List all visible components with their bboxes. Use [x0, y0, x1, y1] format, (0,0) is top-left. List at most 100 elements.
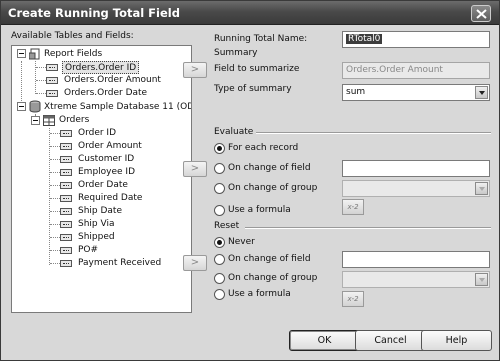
close-icon	[476, 9, 487, 19]
field-icon	[60, 260, 72, 267]
tree-line	[36, 93, 46, 94]
field-icon	[60, 156, 72, 163]
tree-item-field[interactable]: Order Date	[78, 179, 128, 192]
fields-tree[interactable]: Report Fields Orders.Order ID Orders.Ord…	[11, 45, 192, 313]
tree-line	[50, 263, 60, 264]
evaluate-change-of-field-radio[interactable]	[214, 163, 225, 174]
field-icon	[60, 130, 72, 137]
tree-line	[50, 133, 60, 134]
evaluate-change-of-group-label: On change of group	[228, 183, 318, 193]
reset-change-of-field-radio[interactable]	[214, 254, 225, 265]
field-icon	[60, 234, 72, 241]
evaluate-use-formula-radio[interactable]	[214, 205, 225, 216]
reset-change-of-group-radio[interactable]	[214, 273, 225, 284]
collapse-orders[interactable]	[31, 116, 40, 125]
field-to-summarize-label: Field to summarize	[214, 64, 300, 74]
field-to-summarize-input[interactable]: Orders.Order Amount	[342, 62, 490, 79]
field-icon	[46, 64, 58, 71]
reset-change-of-field-input[interactable]	[342, 251, 490, 268]
evaluate-for-each-record-radio[interactable]	[214, 143, 225, 154]
field-icon	[60, 143, 72, 150]
tree-item-orders[interactable]: Orders	[59, 114, 89, 127]
evaluate-change-of-group-select[interactable]	[342, 180, 490, 197]
type-of-summary-value: sum	[346, 87, 366, 97]
evaluate-use-formula-label: Use a formula	[228, 205, 291, 215]
tree-item-field[interactable]: PO#	[78, 244, 98, 257]
collapse-database[interactable]	[17, 102, 26, 111]
field-icon	[60, 208, 72, 215]
evaluate-change-of-field-input[interactable]	[342, 160, 490, 177]
reset-change-of-group-label: On change of group	[228, 273, 318, 283]
tree-line	[21, 61, 22, 101]
tree-item-report-fields[interactable]: Report Fields	[44, 48, 102, 61]
title-bar[interactable]: Create Running Total Field	[1, 1, 499, 25]
tree-line	[49, 128, 50, 265]
report-fields-icon	[29, 48, 40, 60]
type-of-summary-select[interactable]: sum	[342, 84, 490, 101]
reset-use-formula-radio[interactable]	[214, 289, 225, 300]
evaluate-change-of-field-label: On change of field	[228, 163, 311, 173]
field-icon	[60, 169, 72, 176]
tree-item-orders-order-date[interactable]: Orders.Order Date	[64, 87, 147, 100]
tree-item-orders-order-id[interactable]: Orders.Order ID	[62, 61, 140, 74]
reset-field-arrow-button[interactable]: >	[183, 255, 207, 271]
chevron-down-icon[interactable]	[475, 182, 488, 195]
tree-item-database[interactable]: Xtreme Sample Database 11 (ODI	[44, 101, 191, 114]
field-icon	[60, 247, 72, 254]
running-total-name-label: Running Total Name:	[214, 34, 308, 44]
tree-item-field[interactable]: Ship Via	[78, 218, 114, 231]
tree-item-field[interactable]: Customer ID	[78, 153, 134, 166]
close-button[interactable]	[471, 5, 491, 22]
tree-item-field[interactable]: Ship Date	[78, 205, 122, 218]
reset-formula-button[interactable]: x-2	[342, 291, 364, 307]
tree-line	[50, 224, 60, 225]
tree-line	[36, 67, 46, 68]
reset-never-radio[interactable]	[214, 237, 225, 248]
tree-line	[50, 159, 60, 160]
tree-line	[50, 172, 60, 173]
add-field-to-summarize-button[interactable]: >	[183, 62, 207, 78]
reset-change-of-group-select[interactable]	[342, 271, 490, 288]
field-icon	[60, 195, 72, 202]
dialog-title: Create Running Total Field	[8, 6, 180, 20]
reset-change-of-field-label: On change of field	[228, 254, 311, 264]
running-total-name-value: RTotal0	[346, 34, 383, 44]
reset-use-formula-label: Use a formula	[228, 289, 291, 299]
evaluate-change-of-group-radio[interactable]	[214, 183, 225, 194]
tree-item-orders-order-amount[interactable]: Orders.Order Amount	[64, 74, 161, 87]
available-fields-label: Available Tables and Fields:	[11, 31, 134, 41]
tree-line	[50, 185, 60, 186]
chevron-down-icon[interactable]	[475, 273, 488, 286]
running-total-name-input[interactable]: RTotal0	[342, 31, 490, 48]
tree-item-field[interactable]: Payment Received	[78, 257, 161, 270]
help-button[interactable]: Help	[421, 330, 492, 351]
cancel-button[interactable]: Cancel	[355, 330, 426, 351]
tree-line	[50, 237, 60, 238]
tree-item-field[interactable]: Shipped	[78, 231, 115, 244]
field-icon	[46, 90, 58, 97]
tree-item-field[interactable]: Order ID	[78, 127, 116, 140]
evaluate-field-arrow-button[interactable]: >	[183, 161, 207, 177]
field-icon	[60, 182, 72, 189]
chevron-down-icon[interactable]	[475, 86, 488, 99]
tree-item-field[interactable]: Order Amount	[78, 140, 142, 153]
field-icon	[60, 221, 72, 228]
field-icon	[46, 77, 58, 84]
evaluate-for-each-record-label: For each record	[228, 143, 299, 153]
tree-line	[50, 211, 60, 212]
type-of-summary-label: Type of summary	[214, 84, 292, 94]
tree-line	[36, 80, 46, 81]
evaluate-formula-button[interactable]: x-2	[342, 199, 364, 215]
ok-button[interactable]: OK	[289, 330, 360, 351]
evaluate-divider	[256, 132, 491, 134]
reset-never-label: Never	[228, 237, 255, 247]
table-icon	[43, 115, 55, 126]
tree-line	[50, 146, 60, 147]
tree-line	[35, 61, 36, 94]
tree-item-field[interactable]: Employee ID	[78, 166, 135, 179]
collapse-report-fields[interactable]	[17, 49, 26, 58]
reset-divider	[245, 227, 491, 229]
tree-line	[50, 250, 60, 251]
tree-item-field[interactable]: Required Date	[78, 192, 142, 205]
evaluate-heading: Evaluate	[214, 127, 254, 137]
